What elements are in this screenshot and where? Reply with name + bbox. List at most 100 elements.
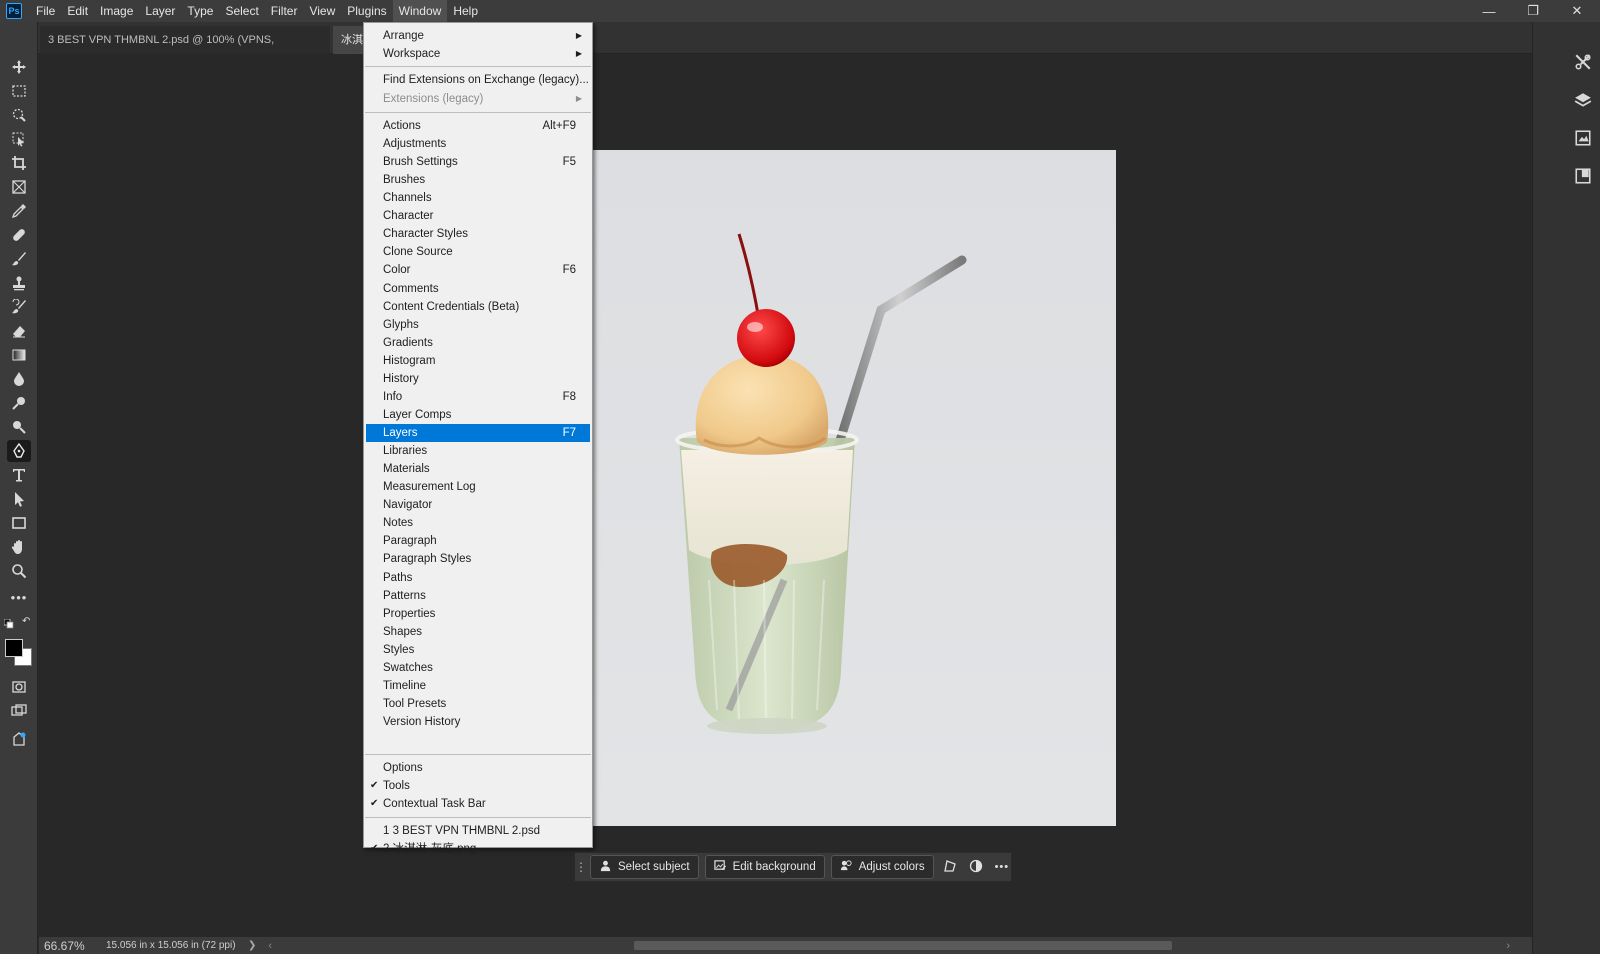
menu-item-brushes[interactable]: Brushes	[366, 171, 590, 189]
quick-selection-tool-icon[interactable]	[7, 104, 31, 126]
document-canvas[interactable]	[579, 150, 1116, 826]
adjustment-layer-icon[interactable]	[969, 859, 983, 876]
photoshop-logo-icon[interactable]: Ps	[6, 3, 22, 19]
menu-item-info[interactable]: Info F8	[366, 388, 590, 406]
pen-tool-icon[interactable]	[7, 440, 31, 462]
marquee-tool-icon[interactable]	[7, 80, 31, 102]
frame-tool-icon[interactable]	[7, 176, 31, 198]
menu-edit[interactable]: Edit	[61, 0, 94, 22]
menu-file[interactable]: File	[30, 0, 61, 22]
document-tab-2[interactable]: 冰淇淋-灰底.png	[333, 26, 363, 54]
menu-item-paragraph[interactable]: Paragraph	[366, 532, 590, 550]
screen-mode-icon[interactable]	[7, 700, 31, 722]
menu-item-content-credentials-beta[interactable]: Content Credentials (Beta)	[366, 298, 590, 316]
horizontal-scroll-thumb[interactable]	[634, 941, 1172, 950]
clone-stamp-tool-icon[interactable]	[7, 272, 31, 294]
menu-item-libraries[interactable]: Libraries	[366, 442, 590, 460]
menu-type[interactable]: Type	[181, 0, 219, 22]
menu-item-shapes[interactable]: Shapes	[366, 623, 590, 641]
menu-item-arrange[interactable]: Arrange ▶	[366, 27, 590, 45]
libraries-panel-icon[interactable]	[1568, 123, 1598, 153]
menu-item-workspace[interactable]: Workspace ▶	[366, 45, 590, 63]
eyedropper-tool-icon[interactable]	[7, 200, 31, 222]
menu-item-styles[interactable]: Styles	[366, 641, 590, 659]
menu-item-version-history[interactable]: Version History	[366, 713, 590, 731]
menu-item-document-1[interactable]: 1 3 BEST VPN THMBNL 2.psd	[366, 822, 590, 840]
menu-item-brush-settings[interactable]: Brush Settings F5	[366, 153, 590, 171]
menu-item-patterns[interactable]: Patterns	[366, 587, 590, 605]
path-selection-tool-icon[interactable]	[7, 488, 31, 510]
tools-properties-icon[interactable]	[1568, 47, 1598, 77]
type-tool-icon[interactable]	[7, 464, 31, 486]
menu-item-gradients[interactable]: Gradients	[366, 334, 590, 352]
menu-item-swatches[interactable]: Swatches	[366, 659, 590, 677]
history-panel-icon[interactable]	[1568, 161, 1598, 191]
menu-item-timeline[interactable]: Timeline	[366, 677, 590, 695]
menu-item-comments[interactable]: Comments	[366, 280, 590, 298]
generative-tools-icon[interactable]	[7, 728, 31, 750]
menu-layer[interactable]: Layer	[139, 0, 181, 22]
menu-item-layer-comps[interactable]: Layer Comps	[366, 406, 590, 424]
menu-item-options[interactable]: Options	[366, 759, 590, 777]
transform-icon[interactable]	[943, 859, 957, 876]
menu-item-materials[interactable]: Materials	[366, 460, 590, 478]
minimize-button[interactable]: —	[1466, 0, 1512, 22]
menu-item-glyphs[interactable]: Glyphs	[366, 316, 590, 334]
menu-filter[interactable]: Filter	[265, 0, 304, 22]
menu-item-histogram[interactable]: Histogram	[366, 352, 590, 370]
rectangle-tool-icon[interactable]	[7, 512, 31, 534]
menu-item-paragraph-styles[interactable]: Paragraph Styles	[366, 550, 590, 568]
hand-tool-icon[interactable]	[7, 536, 31, 558]
menu-item-layers[interactable]: Layers F7	[366, 424, 590, 443]
brush-tool-icon[interactable]	[7, 248, 31, 270]
edit-background-button[interactable]: Edit background	[704, 855, 825, 879]
drag-handle-icon[interactable]: ⋮	[575, 853, 587, 881]
canvas-workspace[interactable]	[39, 55, 1532, 917]
scroll-left-icon[interactable]: ‹	[268, 940, 272, 952]
menu-item-tools[interactable]: ✔ Tools	[366, 777, 590, 795]
menu-item-character[interactable]: Character	[366, 207, 590, 225]
layers-panel-icon[interactable]	[1568, 85, 1598, 115]
zoom-tool-icon[interactable]	[7, 560, 31, 582]
quick-mask-icon[interactable]	[7, 676, 31, 698]
menu-item-find-extensions[interactable]: Find Extensions on Exchange (legacy)...	[366, 71, 590, 89]
menu-plugins[interactable]: Plugins	[341, 0, 392, 22]
move-tool-icon[interactable]	[7, 56, 31, 78]
adjust-colors-button[interactable]: Adjust colors	[830, 855, 934, 879]
menu-item-color[interactable]: Color F6	[366, 261, 590, 279]
object-selection-tool-icon[interactable]	[7, 128, 31, 150]
menu-item-clone-source[interactable]: Clone Source	[366, 243, 590, 261]
more-tools-icon[interactable]: •••	[7, 586, 31, 608]
select-subject-button[interactable]: Select subject	[590, 855, 699, 879]
menu-window[interactable]: Window	[392, 0, 448, 22]
eraser-tool-icon[interactable]	[7, 320, 31, 342]
blur-tool-icon[interactable]	[7, 368, 31, 390]
more-options-icon[interactable]: •••	[995, 861, 1010, 873]
foreground-color-swatch[interactable]	[5, 639, 23, 657]
crop-tool-icon[interactable]	[7, 152, 31, 174]
menu-item-notes[interactable]: Notes	[366, 514, 590, 532]
restore-button[interactable]: ❐	[1510, 0, 1556, 22]
menu-item-document-2[interactable]: ✔ 2 冰淇淋-灰底.png	[366, 840, 590, 858]
zoom-level[interactable]: 66.67%	[44, 939, 102, 953]
menu-item-tool-presets[interactable]: Tool Presets	[366, 695, 590, 713]
status-menu-arrow-icon[interactable]: ❯	[248, 940, 256, 951]
menu-select[interactable]: Select	[219, 0, 264, 22]
menu-item-character-styles[interactable]: Character Styles	[366, 225, 590, 243]
menu-image[interactable]: Image	[94, 0, 139, 22]
close-window-button[interactable]: ✕	[1554, 0, 1600, 22]
gradient-tool-icon[interactable]	[7, 344, 31, 366]
scroll-right-icon[interactable]: ›	[1506, 940, 1510, 952]
menu-item-properties[interactable]: Properties	[366, 605, 590, 623]
menu-item-contextual-task-bar[interactable]: ✔ Contextual Task Bar	[366, 795, 590, 813]
menu-item-adjustments[interactable]: Adjustments	[366, 135, 590, 153]
document-tab-1[interactable]: 3 BEST VPN THMBNL 2.psd @ 100% (VPNS, RG…	[40, 26, 330, 74]
menu-item-actions[interactable]: Actions Alt+F9	[366, 117, 590, 135]
menu-item-history[interactable]: History	[366, 370, 590, 388]
dodge-tool-icon[interactable]	[7, 392, 31, 414]
menu-item-channels[interactable]: Channels	[366, 189, 590, 207]
swap-colors-icon[interactable]: ↶	[22, 616, 30, 627]
default-colors-icon[interactable]	[3, 616, 14, 629]
menu-help[interactable]: Help	[447, 0, 484, 22]
menu-item-navigator[interactable]: Navigator	[366, 496, 590, 514]
